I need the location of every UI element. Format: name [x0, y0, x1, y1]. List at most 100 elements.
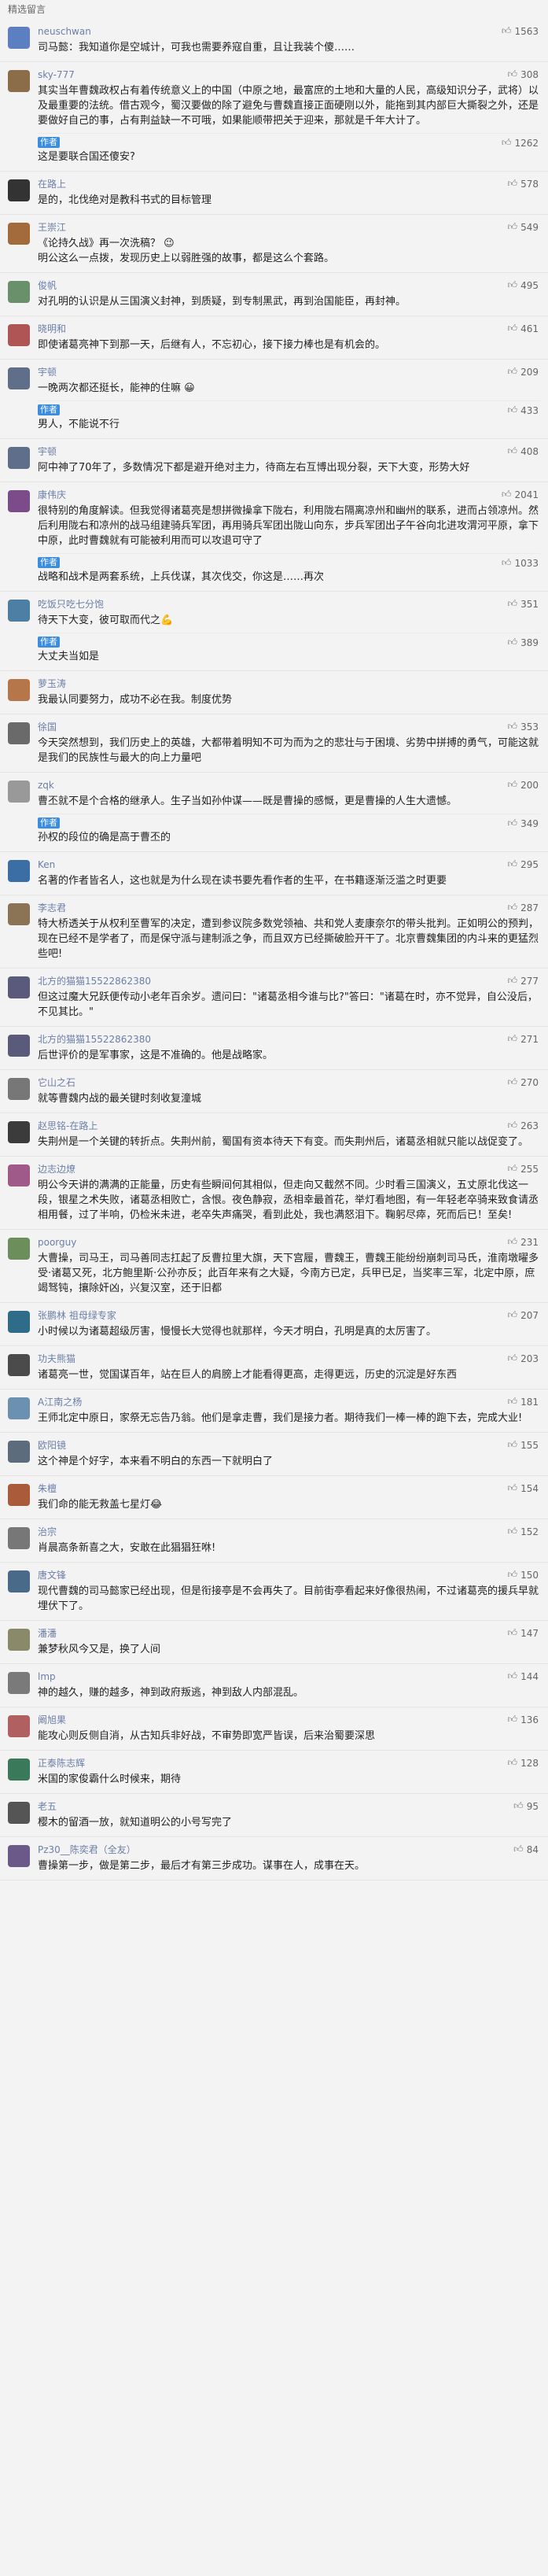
like-button[interactable]: 👍︎ 155 [508, 1439, 539, 1451]
like-button[interactable]: 👍︎ 308 [508, 68, 539, 80]
like-button[interactable]: 👍︎ 181 [508, 1396, 539, 1408]
like-button[interactable]: 👍︎ 207 [508, 1309, 539, 1321]
avatar[interactable] [8, 1484, 30, 1506]
comment-username[interactable]: A江南之杨 [38, 1396, 540, 1408]
avatar[interactable] [8, 447, 30, 469]
comment-username[interactable]: 俊帆 [38, 279, 540, 292]
avatar[interactable] [8, 1354, 30, 1376]
avatar[interactable] [8, 367, 30, 389]
comment-username[interactable]: 正泰陈志辉 [38, 1757, 540, 1770]
avatar[interactable] [8, 860, 30, 882]
avatar[interactable] [8, 679, 30, 701]
like-button[interactable]: 👍︎ 203 [508, 1353, 539, 1364]
avatar[interactable] [8, 1759, 30, 1781]
like-button[interactable]: 👍︎ 154 [508, 1482, 539, 1494]
comment-username[interactable]: 朱檀 [38, 1482, 540, 1495]
reply-like-button[interactable]: 👍︎ 349 [508, 817, 539, 829]
like-button[interactable]: 👍︎ 231 [508, 1236, 539, 1248]
avatar[interactable] [8, 1311, 30, 1333]
comment-username[interactable]: 功夫熊猫 [38, 1353, 540, 1365]
avatar[interactable] [8, 1845, 30, 1867]
avatar[interactable] [8, 1035, 30, 1057]
avatar[interactable] [8, 1527, 30, 1549]
avatar[interactable] [8, 1570, 30, 1592]
comment-username[interactable]: sky-777 [38, 68, 540, 81]
comment-username[interactable]: poorguy [38, 1236, 540, 1249]
like-button[interactable]: 👍︎ 270 [508, 1076, 539, 1088]
comment-username[interactable]: 萝玉涛 [38, 677, 540, 690]
comment-username[interactable]: 宇顿 [38, 445, 540, 458]
like-button[interactable]: 👍︎ 128 [508, 1757, 539, 1769]
comment-username[interactable]: 北方的猫猫15522862380 [38, 1033, 540, 1046]
like-button[interactable]: 👍︎ 84 [513, 1843, 539, 1855]
like-button[interactable]: 👍︎ 136 [508, 1714, 539, 1725]
reply-like-button[interactable]: 👍︎ 1033 [502, 557, 539, 569]
comment-username[interactable]: 在路上 [38, 178, 540, 190]
avatar[interactable] [8, 1629, 30, 1651]
avatar[interactable] [8, 1715, 30, 1737]
avatar[interactable] [8, 1078, 30, 1100]
comment-username[interactable]: 李志君 [38, 902, 540, 914]
like-button[interactable]: 👍︎ 408 [508, 445, 539, 457]
comment-username[interactable]: 欧阳镜 [38, 1439, 540, 1452]
avatar[interactable] [8, 722, 30, 744]
comment-username[interactable]: Pz30__陈奕君（全友） [38, 1843, 540, 1856]
like-button[interactable]: 👍︎ 495 [508, 279, 539, 291]
comment-username[interactable]: 王崇江 [38, 221, 540, 234]
comment-username[interactable]: 边志边燎 [38, 1163, 540, 1175]
comment-username[interactable]: neuschwan [38, 25, 540, 38]
like-button[interactable]: 👍︎ 209 [508, 366, 539, 378]
comment-username[interactable]: lmp [38, 1670, 540, 1683]
like-button[interactable]: 👍︎ 277 [508, 975, 539, 987]
comment-username[interactable]: 北方的猫猫15522862380 [38, 975, 540, 987]
comment-username[interactable]: 康伟庆 [38, 489, 540, 501]
comment-username[interactable]: 唐文锋 [38, 1569, 540, 1581]
avatar[interactable] [8, 1672, 30, 1694]
like-button[interactable]: 👍︎ 549 [508, 221, 539, 233]
comment-username[interactable]: 晓明和 [38, 323, 540, 335]
like-button[interactable]: 👍︎ 147 [508, 1627, 539, 1639]
avatar[interactable] [8, 1164, 30, 1187]
avatar[interactable] [8, 976, 30, 998]
avatar[interactable] [8, 179, 30, 201]
comment-username[interactable]: 吃饭只吃七分饱 [38, 598, 540, 611]
comment-username[interactable]: 潘潘 [38, 1627, 540, 1640]
avatar[interactable] [8, 281, 30, 303]
comment-username[interactable]: 宇顿 [38, 366, 540, 378]
avatar[interactable] [8, 490, 30, 512]
avatar[interactable] [8, 1441, 30, 1463]
comment-username[interactable]: 老五 [38, 1800, 540, 1813]
like-button[interactable]: 👍︎ 461 [508, 323, 539, 334]
like-button[interactable]: 👍︎ 271 [508, 1033, 539, 1045]
avatar[interactable] [8, 70, 30, 92]
like-button[interactable]: 👍︎ 144 [508, 1670, 539, 1682]
reply-like-button[interactable]: 👍︎ 433 [508, 404, 539, 416]
comment-username[interactable]: 阚旭果 [38, 1714, 540, 1726]
avatar[interactable] [8, 324, 30, 346]
comment-username[interactable]: 赵思铭-在路上 [38, 1120, 540, 1132]
avatar[interactable] [8, 600, 30, 622]
like-button[interactable]: 👍︎ 578 [508, 178, 539, 190]
like-button[interactable]: 👍︎ 287 [508, 902, 539, 913]
reply-like-button[interactable]: 👍︎ 389 [508, 637, 539, 648]
avatar[interactable] [8, 27, 30, 49]
reply-like-button[interactable]: 👍︎ 1262 [502, 137, 539, 149]
avatar[interactable] [8, 781, 30, 803]
comment-username[interactable]: 徐国 [38, 721, 540, 733]
comment-username[interactable]: 治宗 [38, 1526, 540, 1538]
like-button[interactable]: 👍︎ 200 [508, 779, 539, 791]
like-button[interactable]: 👍︎ 263 [508, 1120, 539, 1131]
avatar[interactable] [8, 223, 30, 245]
like-button[interactable]: 👍︎ 353 [508, 721, 539, 733]
like-button[interactable]: 👍︎ 152 [508, 1526, 539, 1537]
like-button[interactable]: 👍︎ 150 [508, 1569, 539, 1581]
like-button[interactable]: 👍︎ 351 [508, 598, 539, 610]
like-button[interactable]: 👍︎ 2041 [502, 489, 539, 500]
avatar[interactable] [8, 1238, 30, 1260]
avatar[interactable] [8, 1802, 30, 1824]
like-button[interactable]: 👍︎ 1563 [502, 25, 539, 37]
like-button[interactable]: 👍︎ 95 [513, 1800, 539, 1812]
comment-username[interactable]: 张鹏林 祖母绿专家 [38, 1309, 540, 1322]
avatar[interactable] [8, 903, 30, 925]
comment-username[interactable]: Ken [38, 858, 540, 871]
